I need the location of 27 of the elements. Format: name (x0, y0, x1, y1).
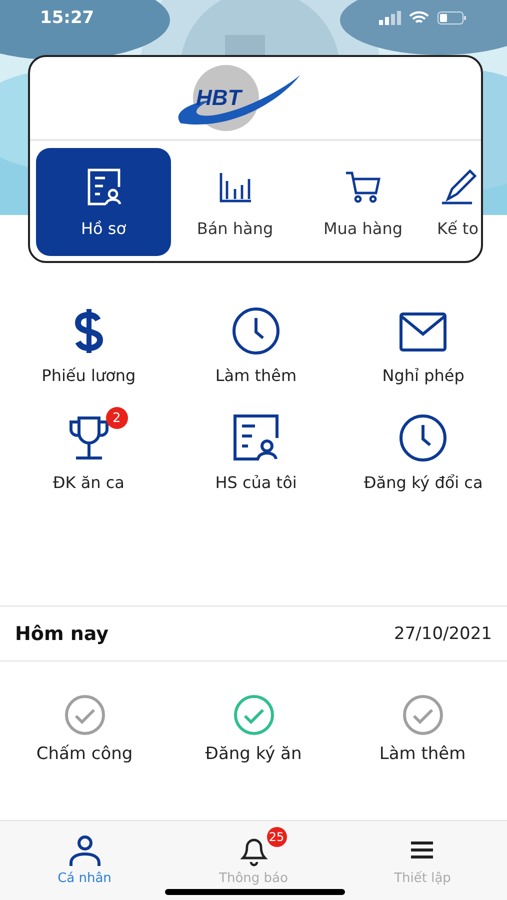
profile-document-icon (230, 413, 281, 463)
shortcut-button[interactable]: HS của tôi (172, 405, 340, 494)
clock-time: 15:27 (40, 8, 94, 28)
clock-icon (230, 306, 281, 356)
status-label: Làm thêm (379, 744, 466, 764)
count-badge: 25 (266, 827, 286, 847)
signal-icon (379, 10, 401, 24)
wifi-icon (409, 10, 429, 24)
shortcut-button[interactable]: 2 ĐK ăn ca (5, 405, 172, 494)
module-tab[interactable]: Kế to (437, 148, 478, 256)
module-tab[interactable]: Hồ sơ (36, 148, 171, 256)
status-label: Đăng ký ăn (205, 744, 302, 764)
count-badge: 2 (106, 407, 128, 429)
clock-icon (398, 413, 448, 463)
person-icon (68, 833, 102, 867)
section-title: Hôm nay (15, 622, 109, 644)
shortcut-button[interactable]: Nghỉ phép (340, 298, 507, 387)
status-label: Chấm công (36, 744, 133, 764)
module-tab[interactable]: Mua hàng (299, 148, 427, 256)
module-tab[interactable]: Bán hàng (171, 148, 299, 256)
tab-bar-item[interactable]: 25 Thông báo (199, 825, 308, 886)
shortcut-button[interactable]: Làm thêm (172, 298, 340, 387)
battery-icon (437, 10, 467, 24)
tab-bar-item[interactable]: Cá nhân (38, 825, 132, 886)
shortcut-button[interactable]: Phiếu lương (5, 298, 172, 387)
shortcut-button[interactable]: Đăng ký đổi ca (340, 405, 507, 494)
date-text: 27/10/2021 (394, 624, 492, 644)
